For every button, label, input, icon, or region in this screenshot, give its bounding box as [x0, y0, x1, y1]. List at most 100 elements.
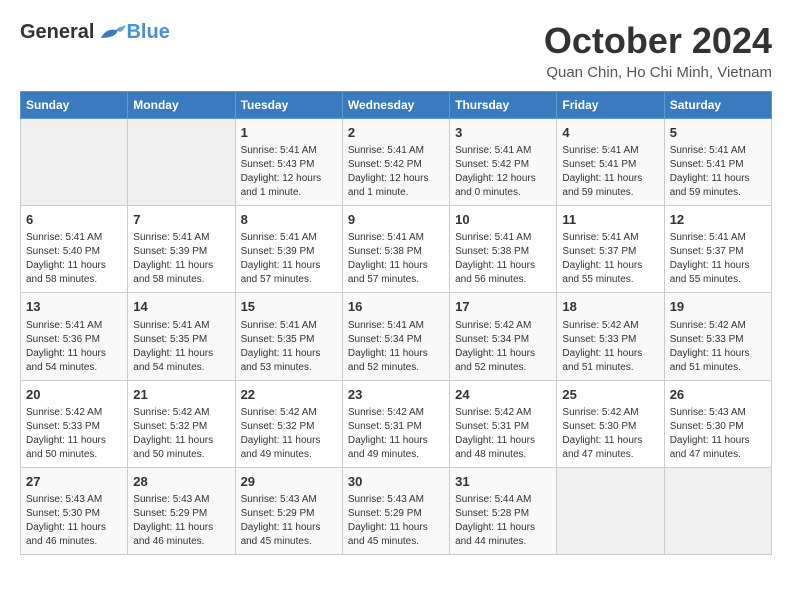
day-info: Sunrise: 5:43 AM	[26, 493, 122, 507]
day-info: Daylight: 11 hours and 57 minutes.	[241, 259, 337, 287]
day-info: Sunset: 5:38 PM	[348, 245, 444, 259]
calendar-day-cell	[664, 467, 771, 554]
day-number: 9	[348, 211, 444, 229]
day-info: Daylight: 11 hours and 45 minutes.	[348, 521, 444, 549]
day-info: Daylight: 12 hours and 1 minute.	[241, 172, 337, 200]
day-info: Sunset: 5:32 PM	[241, 420, 337, 434]
calendar-day-cell: 20Sunrise: 5:42 AMSunset: 5:33 PMDayligh…	[21, 380, 128, 467]
day-info: Sunset: 5:31 PM	[348, 420, 444, 434]
day-number: 21	[133, 386, 229, 404]
day-info: Daylight: 11 hours and 46 minutes.	[26, 521, 122, 549]
day-info: Sunset: 5:34 PM	[455, 333, 551, 347]
day-number: 27	[26, 473, 122, 491]
day-number: 23	[348, 386, 444, 404]
day-number: 19	[670, 298, 766, 316]
calendar-day-cell: 23Sunrise: 5:42 AMSunset: 5:31 PMDayligh…	[342, 380, 449, 467]
day-info: Sunrise: 5:41 AM	[241, 231, 337, 245]
day-info: Daylight: 11 hours and 48 minutes.	[455, 434, 551, 462]
day-info: Sunrise: 5:41 AM	[670, 231, 766, 245]
day-info: Daylight: 11 hours and 54 minutes.	[26, 347, 122, 375]
day-info: Sunset: 5:39 PM	[241, 245, 337, 259]
day-info: Daylight: 11 hours and 58 minutes.	[133, 259, 229, 287]
day-info: Sunset: 5:38 PM	[455, 245, 551, 259]
day-info: Sunset: 5:41 PM	[562, 158, 658, 172]
day-number: 22	[241, 386, 337, 404]
calendar-day-cell	[557, 467, 664, 554]
day-info: Sunrise: 5:43 AM	[133, 493, 229, 507]
calendar-day-cell: 13 Sunrise: 5:41 AMSunset: 5:36 PMDayligh…	[21, 293, 128, 380]
weekday-header-cell: Sunday	[21, 92, 128, 119]
calendar-day-cell: 26Sunrise: 5:43 AMSunset: 5:30 PMDayligh…	[664, 380, 771, 467]
day-info: Sunrise: 5:42 AM	[241, 406, 337, 420]
day-number: 4	[562, 124, 658, 142]
day-number: 13	[26, 298, 122, 316]
day-info: Sunrise: 5:41 AM	[455, 144, 551, 158]
day-info: Daylight: 11 hours and 52 minutes.	[455, 347, 551, 375]
weekday-header-cell: Saturday	[664, 92, 771, 119]
day-info: Daylight: 11 hours and 45 minutes.	[241, 521, 337, 549]
logo-blue-text: Blue	[126, 21, 169, 44]
day-number: 24	[455, 386, 551, 404]
header: General Blue October 2024 Quan Chin, Ho …	[20, 20, 772, 81]
day-info: Sunrise: 5:41 AM	[562, 144, 658, 158]
day-info: Sunset: 5:28 PM	[455, 507, 551, 521]
day-info: Sunrise: 5:43 AM	[670, 406, 766, 420]
day-info: Sunrise: 5:41 AM	[26, 231, 122, 245]
calendar-day-cell: 15Sunrise: 5:41 AMSunset: 5:35 PMDayligh…	[235, 293, 342, 380]
day-info: Sunset: 5:42 PM	[348, 158, 444, 172]
weekday-header-cell: Thursday	[450, 92, 557, 119]
day-info: Daylight: 11 hours and 56 minutes.	[455, 259, 551, 287]
day-number: 17	[455, 298, 551, 316]
calendar-day-cell: 19Sunrise: 5:42 AMSunset: 5:33 PMDayligh…	[664, 293, 771, 380]
day-info: Daylight: 11 hours and 55 minutes.	[670, 259, 766, 287]
day-info: Daylight: 11 hours and 53 minutes.	[241, 347, 337, 375]
day-number: 30	[348, 473, 444, 491]
day-info: Sunset: 5:30 PM	[26, 507, 122, 521]
logo-bird-icon	[96, 20, 126, 44]
calendar-day-cell: 21Sunrise: 5:42 AMSunset: 5:32 PMDayligh…	[128, 380, 235, 467]
calendar-day-cell: 8Sunrise: 5:41 AMSunset: 5:39 PMDaylight…	[235, 206, 342, 293]
day-number: 2	[348, 124, 444, 142]
day-number: 7	[133, 211, 229, 229]
day-number: 14	[133, 298, 229, 316]
day-info: Sunset: 5:32 PM	[133, 420, 229, 434]
calendar-day-cell: 7Sunrise: 5:41 AMSunset: 5:39 PMDaylight…	[128, 206, 235, 293]
calendar-week-row: 13Sunrise: 5:41 AMSunset: 5:36 PMDayligh…	[21, 293, 772, 380]
day-number: 16	[348, 298, 444, 316]
day-info: Daylight: 11 hours and 52 minutes.	[348, 347, 444, 375]
day-info: Daylight: 11 hours and 49 minutes.	[241, 434, 337, 462]
day-info: Daylight: 11 hours and 58 minutes.	[26, 259, 122, 287]
day-info: Sunrise: 5:42 AM	[26, 406, 122, 420]
day-number: 26	[670, 386, 766, 404]
calendar-day-cell: 1Sunrise: 5:41 AMSunset: 5:43 PMDaylight…	[235, 119, 342, 206]
day-info: Daylight: 11 hours and 47 minutes.	[562, 434, 658, 462]
day-info: Sunrise: 5:41 AM	[348, 144, 444, 158]
calendar-day-cell: 3Sunrise: 5:41 AMSunset: 5:42 PMDaylight…	[450, 119, 557, 206]
day-info: Daylight: 12 hours and 1 minute.	[348, 172, 444, 200]
calendar-day-cell: 25Sunrise: 5:42 AMSunset: 5:30 PMDayligh…	[557, 380, 664, 467]
day-number: 3	[455, 124, 551, 142]
day-number: 5	[670, 124, 766, 142]
day-number: 11	[562, 211, 658, 229]
calendar-day-cell: 30Sunrise: 5:43 AMSunset: 5:29 PMDayligh…	[342, 467, 449, 554]
day-info: Daylight: 11 hours and 46 minutes.	[133, 521, 229, 549]
day-info: Sunrise: 5:41 AM	[26, 319, 122, 333]
weekday-header-row: SundayMondayTuesdayWednesdayThursdayFrid…	[21, 92, 772, 119]
day-info: Sunset: 5:41 PM	[670, 158, 766, 172]
day-info: Sunrise: 5:41 AM	[348, 319, 444, 333]
calendar-day-cell: 5Sunrise: 5:41 AMSunset: 5:41 PMDaylight…	[664, 119, 771, 206]
day-info: Sunrise: 5:42 AM	[670, 319, 766, 333]
calendar-day-cell: 14Sunrise: 5:41 AMSunset: 5:35 PMDayligh…	[128, 293, 235, 380]
day-info: Sunset: 5:33 PM	[562, 333, 658, 347]
calendar-week-row: 1Sunrise: 5:41 AMSunset: 5:43 PMDaylight…	[21, 119, 772, 206]
day-info: Sunset: 5:40 PM	[26, 245, 122, 259]
day-info: Sunset: 5:33 PM	[670, 333, 766, 347]
calendar-day-cell	[21, 119, 128, 206]
day-info: Sunset: 5:36 PM	[26, 333, 122, 347]
day-number: 10	[455, 211, 551, 229]
day-info: Sunset: 5:29 PM	[241, 507, 337, 521]
day-info: Sunrise: 5:41 AM	[562, 231, 658, 245]
day-number: 20	[26, 386, 122, 404]
day-info: Sunrise: 5:41 AM	[133, 231, 229, 245]
day-info: Sunset: 5:29 PM	[348, 507, 444, 521]
